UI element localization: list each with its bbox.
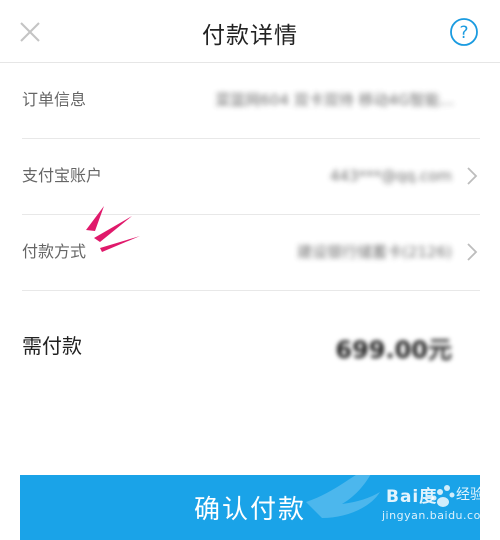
confirm-payment-button[interactable]: 确认付款 [20, 475, 480, 540]
alipay-account-value: 443***@qq.com [330, 167, 452, 185]
highlight-marker-icon [86, 206, 140, 252]
order-info-row: 订单信息 菜篮网604 双卡双待 移动4G智能... [22, 62, 480, 139]
page-title: 付款详情 [202, 23, 298, 49]
alipay-account-label: 支付宝账户 [22, 166, 103, 185]
amount-due-value: 699.00元 [335, 336, 452, 364]
header-bar: 付款详情 ? [0, 0, 500, 63]
payment-method-value: 建设银行储蓄卡(2126) [297, 243, 452, 261]
amount-due-label: 需付款 [22, 334, 82, 358]
order-info-value: 菜篮网604 双卡双待 移动4G智能... [215, 91, 454, 109]
payment-method-label: 付款方式 [22, 242, 87, 261]
chevron-right-icon [467, 243, 478, 261]
help-icon: ? [450, 18, 478, 46]
svg-text:?: ? [459, 23, 468, 43]
order-info-label: 订单信息 [22, 90, 87, 109]
chevron-right-icon [467, 167, 478, 185]
help-button[interactable]: ? [449, 17, 479, 47]
